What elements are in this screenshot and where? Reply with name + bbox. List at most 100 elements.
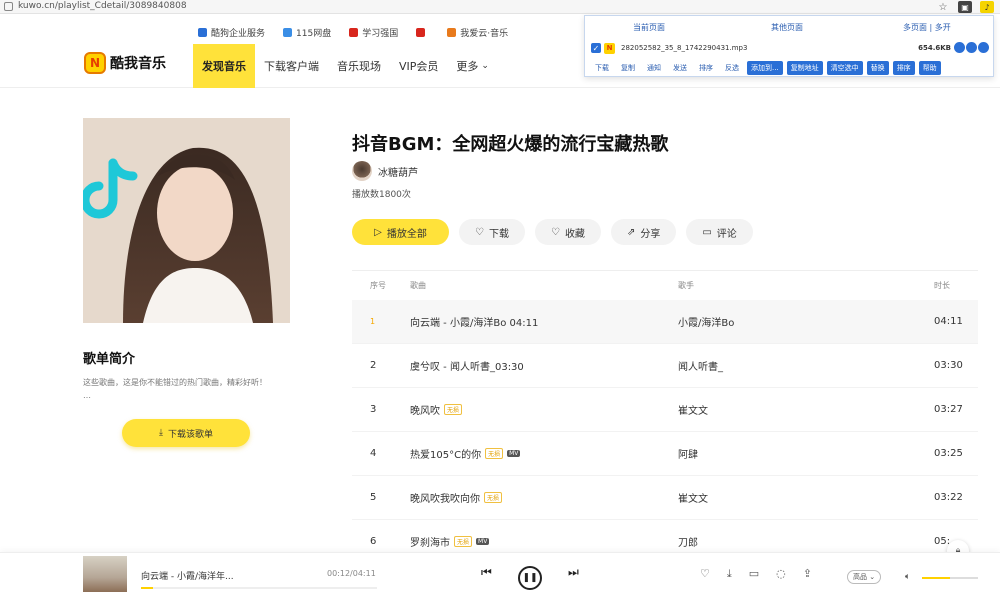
nav-more[interactable]: 更多 ⌄ <box>447 44 498 88</box>
row-singer[interactable]: 闻人听書_ <box>678 358 934 373</box>
table-row[interactable]: 1 向云端 - 小霞/海洋Bo 04:11 小霞/海洋Bo 04:11 <box>352 300 978 344</box>
comment-button[interactable]: ▭ 评论 <box>686 219 753 245</box>
share-icon[interactable]: ⇪ <box>803 567 812 581</box>
row-number: 2 <box>370 360 377 371</box>
bookmark-item[interactable]: 学习强国 <box>349 26 398 39</box>
like-icon[interactable]: ♡ <box>700 567 710 581</box>
table-row[interactable]: 3 晚风吹 无损 崔文文 03:27 <box>352 388 978 432</box>
ext-tab-other[interactable]: 其他页面 <box>771 22 803 33</box>
play-icon[interactable] <box>966 42 977 53</box>
now-playing-cover[interactable] <box>83 556 127 592</box>
now-playing-time: 00:12/04:11 <box>327 569 376 578</box>
row-song[interactable]: 晚风吹 无损 <box>410 402 678 417</box>
download-icon: ⤓ <box>159 428 163 438</box>
row-singer[interactable]: 阿肆 <box>678 446 934 461</box>
copy-icon[interactable] <box>954 42 965 53</box>
row-singer[interactable]: 刀郎 <box>678 534 934 549</box>
lossless-badge: 无损 <box>454 536 473 547</box>
table-header: 序号 歌曲 歌手 时长 <box>352 270 978 300</box>
nav-download-client[interactable]: 下载客户端 <box>255 44 328 88</box>
song-title[interactable]: 虞兮叹 - 闻人听書_03:30 <box>410 358 524 373</box>
ext-button[interactable]: 替换 <box>866 61 889 75</box>
row-song[interactable]: 晚风吹我吹向你 无损 <box>410 490 678 505</box>
song-title[interactable]: 热爱105°C的你 <box>410 446 481 461</box>
ext-button[interactable]: 复制地址 <box>786 61 823 75</box>
song-title[interactable]: 向云端 - 小霞/海洋Bo 04:11 <box>410 314 538 329</box>
row-duration: 03:27 <box>934 404 963 415</box>
heart-icon: ♡ <box>550 226 560 238</box>
now-playing-title[interactable]: 向云端 - 小霞/海洋年... <box>141 569 234 582</box>
site-logo[interactable]: N 酷我音乐 <box>84 52 166 74</box>
ext-link[interactable]: 下载 <box>591 63 613 73</box>
ext-button[interactable]: 帮助 <box>918 61 941 75</box>
ext-button[interactable]: 添加到... <box>747 61 783 75</box>
ext-button[interactable]: 排序 <box>892 61 915 75</box>
kuwo-favicon-icon: N <box>604 42 615 54</box>
ext-link[interactable]: 反选 <box>721 63 743 73</box>
nav-vip[interactable]: VIP会员 <box>390 44 447 88</box>
ext-link[interactable]: 发送 <box>669 63 691 73</box>
download-playlist-button[interactable]: ⤓ 下载该歌单 <box>122 419 250 447</box>
volume-icon[interactable]: 🔈︎ <box>905 572 910 582</box>
row-song[interactable]: 虞兮叹 - 闻人听書_03:30 <box>410 358 678 373</box>
mv-badge[interactable]: MV <box>507 450 521 457</box>
avatar[interactable] <box>352 161 372 181</box>
share-button[interactable]: ⇗ 分享 <box>610 219 677 245</box>
row-number: 1 <box>370 317 376 326</box>
previous-icon[interactable]: ⏮︎ <box>481 565 492 580</box>
ext-tab-multi[interactable]: 多页面 | 多开 <box>903 22 951 33</box>
song-title[interactable]: 晚风吹我吹向你 <box>410 490 480 505</box>
bookmarks-bar: 酷狗企业服务 115网盘 学习强国 我爱云·音乐 <box>0 22 585 42</box>
comment-icon: ▭ <box>702 226 712 238</box>
favorite-button[interactable]: ♡ 收藏 <box>534 219 601 245</box>
row-song[interactable]: 罗刹海市 无损 MV <box>410 534 678 549</box>
page-info-icon[interactable] <box>4 2 13 11</box>
ext-link[interactable]: 复制 <box>617 63 639 73</box>
row-song[interactable]: 向云端 - 小霞/海洋Bo 04:11 <box>410 314 678 329</box>
ext-link[interactable]: 通知 <box>643 63 665 73</box>
pause-button[interactable]: ❚❚ <box>518 566 542 590</box>
bookmark-item[interactable]: 115网盘 <box>283 26 331 39</box>
table-row[interactable]: 5 晚风吹我吹向你 无损 崔文文 03:22 <box>352 476 978 520</box>
send-icon[interactable] <box>978 42 989 53</box>
table-row[interactable]: 4 热爱105°C的你 无损 MV 阿肆 03:25 <box>352 432 978 476</box>
row-singer[interactable]: 崔文文 <box>678 490 934 505</box>
song-title[interactable]: 晚风吹 <box>410 402 440 417</box>
mv-badge[interactable]: MV <box>476 538 490 545</box>
song-title[interactable]: 罗刹海市 <box>410 534 450 549</box>
progress-bar[interactable] <box>141 587 377 589</box>
nav-live[interactable]: 音乐现场 <box>328 44 390 88</box>
row-song[interactable]: 热爱105°C的你 无损 MV <box>410 446 678 461</box>
playlist-intro-text: 这些歌曲，这是你不能错过的热门歌曲，精彩好听！ … <box>83 378 267 400</box>
volume-slider[interactable] <box>922 577 978 579</box>
table-row[interactable]: 2 虞兮叹 - 闻人听書_03:30 闻人听書_ 03:30 <box>352 344 978 388</box>
ext-link[interactable]: 排序 <box>695 63 717 73</box>
bookmark-item[interactable]: 我爱云·音乐 <box>447 26 508 39</box>
ext-button[interactable]: 清空选中 <box>826 61 863 75</box>
author-name[interactable]: 冰糖葫芦 <box>378 164 418 179</box>
nav-discover[interactable]: 发现音乐 <box>193 44 255 88</box>
kuwo-extension-icon[interactable]: ♪ <box>980 1 994 13</box>
next-icon[interactable]: ⏭︎ <box>568 565 579 580</box>
bookmark-item[interactable] <box>416 27 429 37</box>
play-count: 播放数1800次 <box>352 190 411 200</box>
file-checkbox[interactable]: ✓ <box>591 43 601 53</box>
row-duration: 03:22 <box>934 492 963 503</box>
extension-icon[interactable]: ▣ <box>958 1 972 13</box>
ext-tab-current[interactable]: 当前页面 <box>633 22 665 33</box>
play-all-button[interactable]: ▷ 播放全部 <box>352 219 449 245</box>
header-no: 序号 <box>370 281 386 290</box>
row-singer[interactable]: 崔文文 <box>678 402 934 417</box>
lossless-badge: 无损 <box>485 448 504 459</box>
comment-icon[interactable]: ◌ <box>776 567 786 581</box>
playlist-author[interactable]: 冰糖葫芦 <box>352 161 418 181</box>
mv-icon[interactable]: ▭ <box>749 567 759 581</box>
row-singer[interactable]: 小霞/海洋Bo <box>678 314 934 329</box>
header-song: 歌曲 <box>410 281 426 290</box>
bookmark-item[interactable]: 酷狗企业服务 <box>198 26 265 39</box>
download-button[interactable]: ♡ 下载 <box>459 219 525 245</box>
url-text[interactable]: kuwo.cn/playlist_Cdetail/3089840808 <box>18 1 187 11</box>
download-icon[interactable]: ⤓ <box>727 567 732 581</box>
bookmark-star-icon[interactable]: ☆ <box>936 1 950 13</box>
quality-selector[interactable]: 高品 ⌄ <box>847 570 882 584</box>
